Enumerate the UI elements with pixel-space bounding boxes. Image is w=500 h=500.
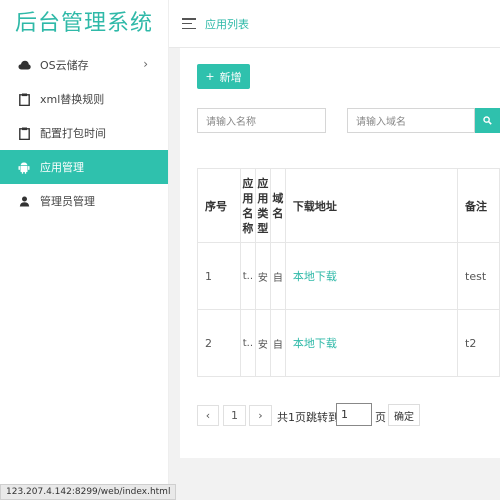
header-download: 下载地址 bbox=[284, 168, 459, 243]
android-icon bbox=[17, 160, 31, 174]
table-row: 2 t.. 安 自 本地下载 t2 bbox=[197, 309, 500, 377]
add-button-label: 新增 bbox=[219, 70, 242, 84]
pagination-page-suffix: 页 bbox=[375, 411, 386, 424]
header-domain: 域名 bbox=[269, 168, 286, 243]
cell-domain: 自 bbox=[269, 309, 286, 377]
cloud-icon bbox=[17, 58, 31, 72]
cell-no: 1 bbox=[197, 242, 241, 310]
menu-toggle-icon[interactable] bbox=[182, 18, 196, 29]
jump-confirm-button[interactable]: 确定 bbox=[388, 404, 420, 426]
sidebar-item-admin-management[interactable]: 管理员管理 bbox=[0, 184, 168, 218]
cell-note: t2 bbox=[457, 309, 500, 377]
header-app-name: 应用名称 bbox=[239, 168, 256, 243]
header-no: 序号 bbox=[197, 168, 241, 243]
sidebar-item-app-management[interactable]: 应用管理 bbox=[0, 150, 168, 184]
clipboard-icon bbox=[17, 92, 31, 106]
top-header: 应用列表 bbox=[169, 0, 500, 48]
sidebar-item-label: 配置打包时间 bbox=[40, 127, 106, 140]
cell-app-name: t.. bbox=[239, 242, 256, 310]
chevron-right-icon: › bbox=[143, 57, 148, 71]
user-icon bbox=[17, 194, 31, 208]
header-note: 备注 bbox=[457, 168, 500, 243]
sidebar-item-label: 管理员管理 bbox=[40, 195, 95, 208]
cell-app-name: t.. bbox=[239, 309, 256, 377]
name-search-input[interactable]: 请输入名称 bbox=[197, 108, 326, 133]
status-bar-url: 123.207.4.142:8299/web/index.html bbox=[0, 484, 177, 500]
sidebar-item-label: OS云储存 bbox=[40, 59, 89, 72]
prev-page-button[interactable]: ‹ bbox=[197, 405, 219, 426]
app-table: 序号 应用名称 应用类型 域名 下载地址 备注 1 t.. 安 自 本地下载 t… bbox=[197, 168, 500, 377]
cell-download: 本地下载 bbox=[284, 309, 459, 377]
header-domain-text: 域名 bbox=[272, 191, 284, 220]
domain-search-input[interactable]: 请输入域名 bbox=[347, 108, 475, 133]
pagination-total-text: 共1页跳转到 bbox=[277, 411, 339, 424]
page-title: 应用列表 bbox=[205, 17, 249, 31]
header-app-name-text: 应用名称 bbox=[242, 176, 254, 235]
header-app-type-text: 应用类型 bbox=[257, 176, 269, 235]
cell-app-type: 安 bbox=[254, 242, 271, 310]
app-logo-title: 后台管理系统 bbox=[14, 11, 153, 36]
search-icon bbox=[483, 116, 492, 125]
download-link[interactable]: 本地下载 bbox=[293, 337, 337, 350]
cell-app-type: 安 bbox=[254, 309, 271, 377]
sidebar-item-package-time[interactable]: 配置打包时间 bbox=[0, 116, 168, 150]
plus-icon: + bbox=[205, 70, 215, 83]
sidebar: 后台管理系统 OS云储存 › xml替换规则 配置打包时间 应用管理 管理员管理 bbox=[0, 0, 169, 500]
header-app-type: 应用类型 bbox=[254, 168, 271, 243]
page-1-button[interactable]: 1 bbox=[223, 405, 246, 426]
search-button[interactable] bbox=[475, 108, 500, 133]
table-header-row: 序号 应用名称 应用类型 域名 下载地址 备注 bbox=[197, 168, 500, 243]
jump-page-input[interactable]: 1 bbox=[336, 403, 372, 426]
table-row: 1 t.. 安 自 本地下载 test bbox=[197, 242, 500, 310]
add-button[interactable]: + 新增 bbox=[197, 64, 250, 89]
sidebar-menu: OS云储存 › xml替换规则 配置打包时间 应用管理 管理员管理 bbox=[0, 48, 168, 218]
sidebar-item-xml-rules[interactable]: xml替换规则 bbox=[0, 82, 168, 116]
cell-domain: 自 bbox=[269, 242, 286, 310]
sidebar-item-os-cloud-storage[interactable]: OS云储存 › bbox=[0, 48, 168, 82]
cell-no: 2 bbox=[197, 309, 241, 377]
clipboard-icon bbox=[17, 126, 31, 140]
cell-note: test bbox=[457, 242, 500, 310]
sidebar-item-label: 应用管理 bbox=[40, 161, 84, 174]
download-link[interactable]: 本地下载 bbox=[293, 270, 337, 283]
cell-download: 本地下载 bbox=[284, 242, 459, 310]
next-page-button[interactable]: › bbox=[249, 405, 272, 426]
sidebar-item-label: xml替换规则 bbox=[40, 93, 105, 106]
